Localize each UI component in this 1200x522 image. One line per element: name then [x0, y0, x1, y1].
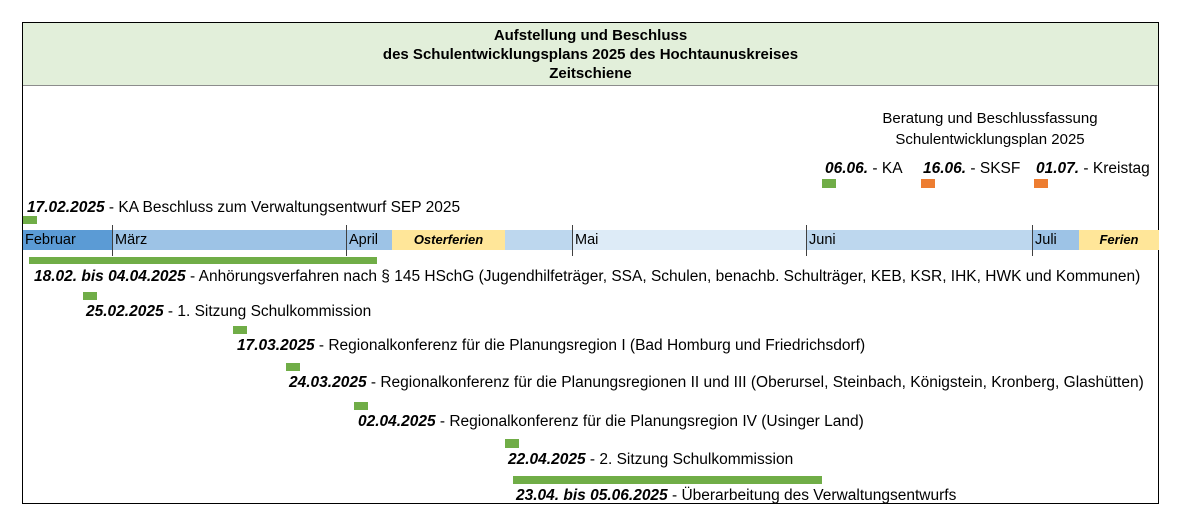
event-bar-ueberarbeitung: [513, 476, 822, 484]
month-juli: Juli: [1033, 230, 1079, 250]
beratung-item-kreistag: 01.07. - Kreistag: [1036, 160, 1150, 178]
event-date: 24.03.2025: [289, 374, 367, 391]
event-marker-schulkommission-2: [505, 439, 519, 448]
event-schulkommission-1: 25.02.2025 - 1. Sitzung Schulkommission: [86, 303, 371, 321]
month-divider: [572, 225, 573, 256]
beratung-caption-line-2: Schulentwicklungsplan 2025: [895, 131, 1085, 148]
event-date: 17.03.2025: [237, 337, 315, 354]
event-text: - Regionalkonferenz für die Planungsregi…: [314, 337, 866, 354]
month-divider: [1032, 225, 1033, 256]
beratung-marker-sksf: [921, 179, 935, 188]
beratung-item-ka: 06.06. - KA: [825, 160, 903, 178]
event-text: - KA Beschluss zum Verwaltungsentwurf SE…: [104, 199, 461, 216]
beratung-caption: Beratung und Beschlussfassung Schulentwi…: [860, 108, 1120, 150]
event-text: - Überarbeitung des Verwaltungsentwurfs: [667, 487, 957, 504]
month-divider: [806, 225, 807, 256]
holiday-ferien: Ferien: [1079, 230, 1159, 250]
event-text: - 2. Sitzung Schulkommission: [585, 451, 794, 468]
month-mai: Mai: [573, 230, 807, 250]
beratung-date: 01.07.: [1036, 160, 1080, 177]
beratung-marker-kreistag: [1034, 179, 1048, 188]
month-divider: [112, 225, 113, 256]
event-bar-anhoerung: [29, 257, 377, 264]
event-marker-regionalkonferenz-2-3: [286, 363, 300, 371]
event-ka-beschluss: 17.02.2025 - KA Beschluss zum Verwaltung…: [27, 199, 460, 217]
event-schulkommission-2: 22.04.2025 - 2. Sitzung Schulkommission: [508, 451, 793, 469]
title-header: Aufstellung und Beschluss des Schulentwi…: [23, 23, 1158, 86]
beratung-text: - Kreistag: [1079, 160, 1150, 177]
beratung-date: 16.06.: [923, 160, 967, 177]
beratung-text: - KA: [868, 160, 903, 177]
event-regionalkonferenz-2-3: 24.03.2025 - Regionalkonferenz für die P…: [289, 374, 1144, 392]
beratung-marker-ka: [822, 179, 836, 188]
event-marker-ka-beschluss: [23, 216, 37, 224]
event-marker-regionalkonferenz-4: [354, 402, 368, 410]
holiday-osterferien: Osterferien: [392, 230, 505, 250]
event-date: 25.02.2025: [86, 303, 164, 320]
event-date: 18.02. bis 04.04.2025: [34, 268, 186, 285]
event-date: 22.04.2025: [508, 451, 586, 468]
event-date: 17.02.2025: [27, 199, 105, 216]
month-juni: Juni: [807, 230, 1033, 250]
month-maerz: März: [113, 230, 347, 250]
event-marker-schulkommission-1: [83, 292, 97, 300]
event-regionalkonferenz-4: 02.04.2025 - Regionalkonferenz für die P…: [358, 413, 864, 431]
title-line-3: Zeitschiene: [549, 65, 632, 82]
event-text: - Regionalkonferenz für die Planungsregi…: [366, 374, 1144, 391]
title-line-1: Aufstellung und Beschluss: [493, 27, 688, 44]
event-text: - Regionalkonferenz für die Planungsregi…: [435, 413, 864, 430]
beratung-caption-line-1: Beratung und Beschlussfassung: [882, 110, 1098, 127]
event-anhoerung: 18.02. bis 04.04.2025 - Anhörungsverfahr…: [34, 268, 1140, 286]
beratung-date: 06.06.: [825, 160, 869, 177]
event-marker-regionalkonferenz-1: [233, 326, 247, 334]
event-date: 23.04. bis 05.06.2025: [516, 487, 668, 504]
event-text: - Anhörungsverfahren nach § 145 HSchG (J…: [185, 268, 1141, 285]
month-februar: Februar: [23, 230, 113, 250]
month-april-rest: [505, 230, 573, 250]
month-april: April: [347, 230, 392, 250]
month-divider: [346, 225, 347, 256]
event-text: - 1. Sitzung Schulkommission: [163, 303, 372, 320]
beratung-item-sksf: 16.06. - SKSF: [923, 160, 1020, 178]
event-regionalkonferenz-1: 17.03.2025 - Regionalkonferenz für die P…: [237, 337, 865, 355]
beratung-text: - SKSF: [966, 160, 1021, 177]
title-line-2: des Schulentwicklungsplans 2025 des Hoch…: [382, 46, 799, 63]
event-date: 02.04.2025: [358, 413, 436, 430]
event-ueberarbeitung: 23.04. bis 05.06.2025 - Überarbeitung de…: [516, 487, 956, 505]
